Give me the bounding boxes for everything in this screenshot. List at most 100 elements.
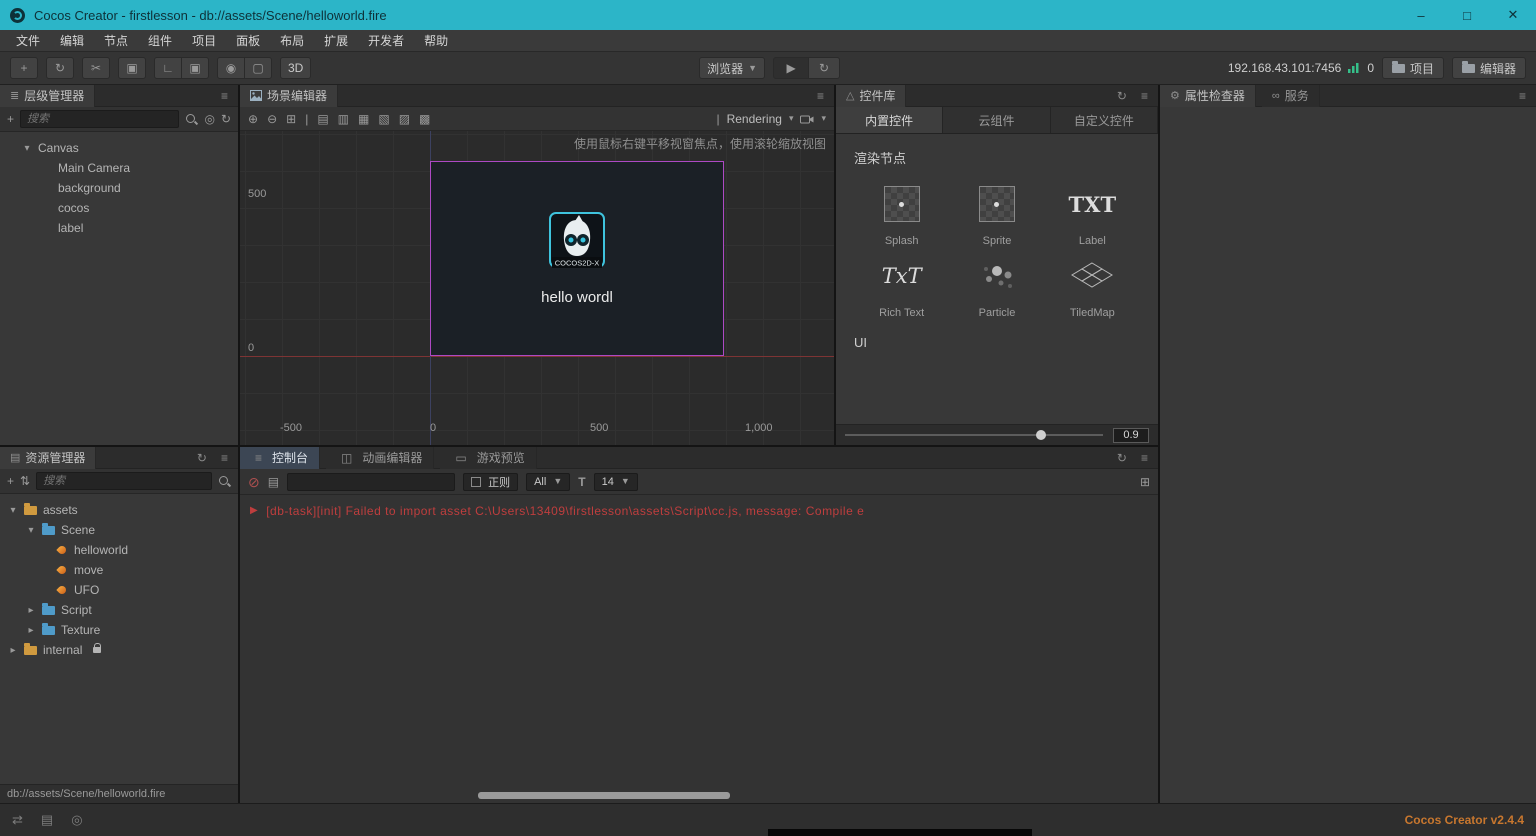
scene-canvas[interactable]: 使用鼠标右键平移视窗焦点，使用滚轮缩放视图 500 0 -500 0 500 1…	[240, 131, 834, 445]
panel-menu-icon[interactable]: ≡	[217, 452, 232, 464]
chevron-down-icon[interactable]: ▾	[8, 505, 18, 516]
widget-sprite[interactable]: Sprite	[949, 183, 1044, 247]
asset-folder-assets[interactable]: ▾ assets	[0, 500, 238, 520]
menu-help[interactable]: 帮助	[414, 30, 458, 52]
minimize-button[interactable]: –	[1398, 0, 1444, 30]
asset-scene-ufo[interactable]: UFO	[0, 580, 238, 600]
asset-folder-texture[interactable]: ▸ Texture	[0, 620, 238, 640]
font-size-dropdown[interactable]: 14 ▼	[593, 472, 638, 491]
rendering-dropdown[interactable]: Rendering	[727, 112, 782, 126]
play-button[interactable]: ▶	[773, 57, 810, 79]
refresh-icon[interactable]: ↻	[193, 452, 211, 464]
tree-node-background[interactable]: background	[0, 178, 238, 198]
widget-splash[interactable]: Splash	[854, 183, 949, 247]
zoom-in-icon[interactable]: ⊕	[248, 113, 258, 125]
tree-node-label[interactable]: label	[0, 218, 238, 238]
camera-icon[interactable]	[800, 114, 814, 124]
refresh-icon[interactable]: ↻	[221, 113, 231, 125]
tab-builtin-widgets[interactable]: 内置控件	[836, 107, 944, 133]
menu-panel[interactable]: 面板	[226, 30, 270, 52]
cut-tool-button[interactable]: ✂	[82, 57, 110, 79]
popout-icon[interactable]: ⊞	[1140, 476, 1150, 488]
zoom-slider[interactable]	[845, 430, 1103, 440]
menu-project[interactable]: 项目	[182, 30, 226, 52]
chevron-down-icon[interactable]: ▾	[22, 143, 32, 154]
chevron-down-icon[interactable]: ▾	[821, 114, 826, 123]
pivot-center-button[interactable]: ▣	[181, 57, 209, 79]
scene-tab[interactable]: 场景编辑器	[240, 85, 339, 107]
chevron-right-icon[interactable]: ▸	[8, 645, 18, 656]
widget-label-node[interactable]: TXT Label	[1045, 183, 1140, 248]
space-world-button[interactable]: ▢	[244, 57, 272, 79]
tree-node-cocos[interactable]: cocos	[0, 198, 238, 218]
sort-icon[interactable]: ⇅	[20, 475, 30, 487]
menu-edit[interactable]: 编辑	[50, 30, 94, 52]
tab-game-preview[interactable]: ▭ 游戏预览	[440, 447, 537, 469]
tree-node-main-camera[interactable]: Main Camera	[0, 158, 238, 178]
preview-target-dropdown[interactable]: 浏览器 ▼	[699, 57, 766, 79]
align-top-icon[interactable]: ▤	[317, 113, 328, 125]
search-icon[interactable]	[185, 113, 198, 126]
widgets-tab[interactable]: △ 控件库	[836, 85, 907, 107]
menu-node[interactable]: 节点	[94, 30, 138, 52]
menu-component[interactable]: 组件	[138, 30, 182, 52]
zoom-fit-icon[interactable]: ⊞	[286, 113, 296, 125]
regex-toggle[interactable]: 正则	[463, 472, 519, 491]
search-icon[interactable]	[218, 475, 231, 488]
chevron-right-icon[interactable]: ▸	[26, 625, 36, 636]
menu-extension[interactable]: 扩展	[314, 30, 358, 52]
asset-folder-internal[interactable]: ▸ internal	[0, 640, 238, 660]
widget-tiledmap[interactable]: TiledMap	[1045, 255, 1140, 319]
tab-custom-widgets[interactable]: 自定义控件	[1050, 107, 1158, 133]
tab-cloud-widgets[interactable]: 云组件	[943, 107, 1051, 133]
align-bottom-icon[interactable]: ▦	[358, 113, 369, 125]
align-left-icon[interactable]: ▧	[378, 113, 389, 125]
add-node-button[interactable]: +	[10, 57, 38, 79]
assets-search-input[interactable]	[36, 472, 212, 490]
hierarchy-tab[interactable]: ≣ 层级管理器	[0, 85, 96, 107]
zoom-slider-handle[interactable]	[1035, 430, 1046, 440]
reload-preview-button[interactable]: ↻	[808, 57, 841, 79]
space-local-button[interactable]: ◉	[217, 57, 245, 79]
menu-file[interactable]: 文件	[6, 30, 50, 52]
arrows-icon[interactable]: ⇄	[12, 812, 23, 828]
create-node-icon[interactable]: +	[7, 113, 14, 125]
locate-icon[interactable]: ◎	[204, 113, 214, 125]
maximize-button[interactable]: □	[1444, 0, 1490, 30]
create-asset-icon[interactable]: +	[7, 475, 14, 487]
chevron-right-icon[interactable]: ▸	[26, 605, 36, 616]
tab-animation-editor[interactable]: ◫ 动画编辑器	[326, 447, 435, 469]
asset-folder-scene[interactable]: ▾ Scene	[0, 520, 238, 540]
tab-console[interactable]: ≡ 控制台	[240, 447, 321, 469]
toggle-3d-button[interactable]: 3D	[280, 57, 312, 79]
log-level-dropdown[interactable]: All ▼	[526, 472, 571, 491]
cocos-logo-sprite[interactable]: COCOS2D-X	[549, 211, 605, 276]
menu-developer[interactable]: 开发者	[358, 30, 414, 52]
eye-icon[interactable]: ◎	[71, 812, 82, 828]
refresh-button[interactable]: ↻	[46, 57, 74, 79]
align-right-icon[interactable]: ▩	[419, 113, 430, 125]
tab-services[interactable]: ∞ 服务	[1261, 85, 1320, 107]
asset-scene-helloworld[interactable]: helloworld	[0, 540, 238, 560]
open-editor-button[interactable]: 编辑器	[1452, 57, 1527, 79]
align-hcenter-icon[interactable]: ▨	[399, 113, 410, 125]
console-log[interactable]: ▶ [db-task][init] Failed to import asset…	[240, 495, 1158, 803]
chevron-down-icon[interactable]: ▾	[789, 114, 794, 123]
horizontal-scrollbar[interactable]	[240, 792, 1158, 799]
panel-menu-icon[interactable]: ≡	[1137, 452, 1152, 464]
close-button[interactable]: ✕	[1490, 0, 1536, 30]
align-vcenter-icon[interactable]: ▥	[338, 113, 349, 125]
frame-tool-button[interactable]: ▣	[118, 57, 146, 79]
expand-arrow-icon[interactable]: ▶	[250, 504, 258, 516]
open-log-file-icon[interactable]: ▤	[268, 476, 279, 488]
chevron-down-icon[interactable]: ▾	[26, 525, 36, 536]
tree-node-canvas[interactable]: ▾ Canvas	[0, 138, 238, 158]
widget-richtext[interactable]: TxT Rich Text	[854, 255, 949, 319]
refresh-icon[interactable]: ↻	[1113, 452, 1131, 464]
panel-menu-icon[interactable]: ≡	[1137, 90, 1152, 102]
list-icon[interactable]: ▤	[41, 812, 53, 828]
zoom-out-icon[interactable]: ⊖	[267, 113, 277, 125]
hello-world-label[interactable]: hello wordl	[541, 289, 613, 306]
console-filter-input[interactable]	[287, 472, 456, 491]
panel-menu-icon[interactable]: ≡	[1515, 90, 1530, 102]
